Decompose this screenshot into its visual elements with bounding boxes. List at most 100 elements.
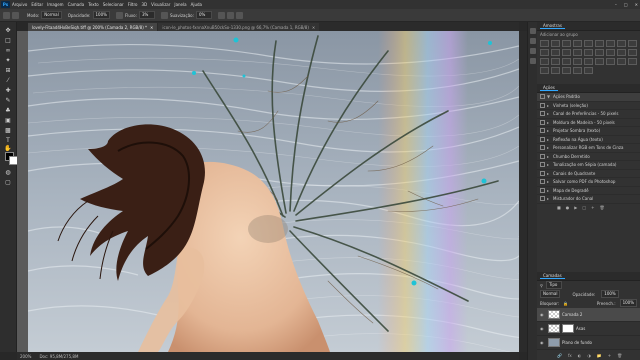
document-canvas[interactable] [28, 31, 519, 352]
close-tab-icon[interactable]: ✕ [312, 25, 315, 30]
layer-filter-select[interactable]: Tipo [545, 281, 562, 289]
document-tab-active[interactable]: lovely-Fitaad4HxBeSiqh.tiff @ 200% (Cama… [28, 23, 158, 31]
action-toggle-checkbox[interactable] [540, 145, 545, 151]
expand-arrow-icon[interactable]: ▸ [547, 120, 551, 125]
swatch-folder[interactable] [617, 40, 626, 47]
menu-camada[interactable]: Camada [68, 2, 85, 7]
action-toggle-checkbox[interactable] [540, 187, 545, 193]
swatch-folder[interactable] [573, 49, 582, 56]
swatch-folder[interactable] [595, 40, 604, 47]
swatch-folder[interactable] [617, 58, 626, 65]
swatch-folder[interactable] [573, 40, 582, 47]
action-item[interactable]: ▸ Tonalização em Sépia (camada) [537, 161, 640, 170]
blend-mode-select[interactable]: Normal [540, 290, 561, 298]
maximize-icon[interactable]: □ [624, 2, 628, 7]
symmetry-icon[interactable] [235, 11, 243, 19]
action-toggle-checkbox[interactable] [540, 111, 545, 117]
add-mask-icon[interactable]: ◐ [578, 353, 582, 358]
action-toggle-checkbox[interactable] [540, 170, 545, 176]
menu-ajuda[interactable]: Ajuda [191, 2, 202, 7]
link-layers-icon[interactable]: 🔗 [557, 353, 562, 358]
menu-texto[interactable]: Texto [88, 2, 99, 7]
action-item[interactable]: ▸ Mapa de Degradê [537, 187, 640, 195]
expand-arrow-icon[interactable]: ▸ [547, 188, 551, 193]
opacity-input[interactable]: 100% [92, 11, 110, 19]
lasso-tool-icon[interactable]: ∞ [3, 46, 13, 54]
swatch-folder[interactable] [551, 58, 560, 65]
healing-brush-tool-icon[interactable]: ✚ [3, 86, 13, 94]
layer-style-icon[interactable]: fx [568, 353, 572, 358]
action-item[interactable]: ▸ Moldura de Madeira - 50 pixels [537, 119, 640, 127]
expand-arrow-icon[interactable]: ▼ [547, 94, 551, 99]
action-toggle-checkbox[interactable] [540, 102, 545, 108]
swatch-folder[interactable] [584, 58, 593, 65]
pressure-size-icon[interactable] [226, 11, 234, 19]
gradient-tool-icon[interactable]: ▩ [3, 126, 13, 134]
document-tab-inactive[interactable]: icon-le_photos-fxnnaXnuB50ckSo-1330.png … [158, 23, 320, 31]
action-item[interactable]: ▸ Canais de Quadrante [537, 170, 640, 178]
lock-icon[interactable]: 🔒 [563, 301, 568, 306]
layer-mask-thumbnail[interactable] [562, 323, 574, 333]
swatch-folder[interactable] [540, 40, 549, 47]
action-item[interactable]: ▸ Chumbo Derretido [537, 153, 640, 161]
menu-visualizar[interactable]: Visualizar [151, 2, 170, 7]
pressure-opacity-icon[interactable] [115, 11, 123, 19]
eraser-tool-icon[interactable]: ▣ [3, 116, 13, 124]
swatch-folder[interactable] [606, 40, 615, 47]
swatch-folder[interactable] [562, 49, 571, 56]
brush-icon[interactable] [3, 11, 10, 19]
swatch-folder[interactable] [595, 49, 604, 56]
swatch-folder[interactable] [573, 58, 582, 65]
expand-arrow-icon[interactable]: ▸ [547, 179, 551, 184]
swatch-folder[interactable] [551, 49, 560, 56]
action-toggle-checkbox[interactable] [540, 136, 545, 142]
quick-select-tool-icon[interactable]: ✦ [3, 56, 13, 64]
menu-janela[interactable]: Janela [174, 2, 186, 7]
expand-arrow-icon[interactable]: ▸ [547, 171, 551, 176]
action-set-item[interactable]: ▼ Ações Padrão [537, 93, 640, 102]
swatch-folder[interactable] [617, 49, 626, 56]
screen-mode-icon[interactable]: ▢ [3, 178, 13, 186]
expand-arrow-icon[interactable]: ▸ [547, 145, 551, 150]
adjustments-panel-icon[interactable] [530, 48, 536, 54]
swatch-folder[interactable] [540, 49, 549, 56]
marquee-tool-icon[interactable]: □ [3, 36, 13, 44]
action-item[interactable]: ▸ Projetar Sombra (texto) [537, 127, 640, 136]
swatch-folder[interactable] [628, 49, 637, 56]
expand-arrow-icon[interactable]: ▸ [547, 103, 551, 108]
expand-arrow-icon[interactable]: ▸ [547, 196, 551, 201]
layer-row[interactable]: ◉ Camada 2 [537, 307, 640, 322]
menu-editar[interactable]: Editar [31, 2, 43, 7]
action-item[interactable]: ▸ Salvar como PDF do Photoshop [537, 178, 640, 187]
action-item[interactable]: ▸ Canal de Preferências - 50 pixels [537, 110, 640, 119]
type-tool-icon[interactable]: T [3, 136, 13, 144]
stop-icon[interactable]: ■ [557, 205, 561, 210]
action-toggle-checkbox[interactable] [540, 153, 545, 159]
new-layer-icon[interactable]: + [608, 353, 611, 358]
swatch-folder[interactable] [606, 49, 615, 56]
action-toggle-checkbox[interactable] [540, 128, 545, 134]
actions-tab[interactable]: Ações [540, 85, 558, 91]
action-toggle-checkbox[interactable] [540, 179, 545, 185]
expand-arrow-icon[interactable]: ▸ [547, 154, 551, 159]
layers-tab[interactable]: Camadas [540, 273, 565, 279]
visibility-eye-icon[interactable]: ◉ [540, 312, 546, 317]
vertical-scrollbar[interactable] [519, 31, 527, 352]
play-icon[interactable]: ▶ [574, 205, 577, 210]
visibility-eye-icon[interactable]: ◉ [540, 326, 546, 331]
swatch-folder[interactable] [540, 67, 549, 74]
menu-3d[interactable]: 3D [142, 2, 148, 7]
layer-opacity-input[interactable]: 100% [601, 290, 619, 298]
swatch-folder[interactable] [628, 40, 637, 47]
expand-arrow-icon[interactable]: ▸ [547, 111, 551, 116]
move-tool-icon[interactable]: ✥ [3, 26, 13, 34]
properties-panel-icon[interactable] [530, 38, 536, 44]
history-panel-icon[interactable] [530, 28, 536, 34]
action-item[interactable]: ▸ Misturador do Canal [537, 195, 640, 204]
fill-input[interactable]: 100% [619, 299, 637, 307]
action-toggle-checkbox[interactable] [540, 119, 545, 125]
layer-name[interactable]: Plano de fundo [562, 340, 592, 345]
crop-tool-icon[interactable]: ⊞ [3, 66, 13, 74]
eyedropper-tool-icon[interactable]: ⁄ [3, 76, 13, 84]
swatch-folder[interactable] [562, 67, 571, 74]
